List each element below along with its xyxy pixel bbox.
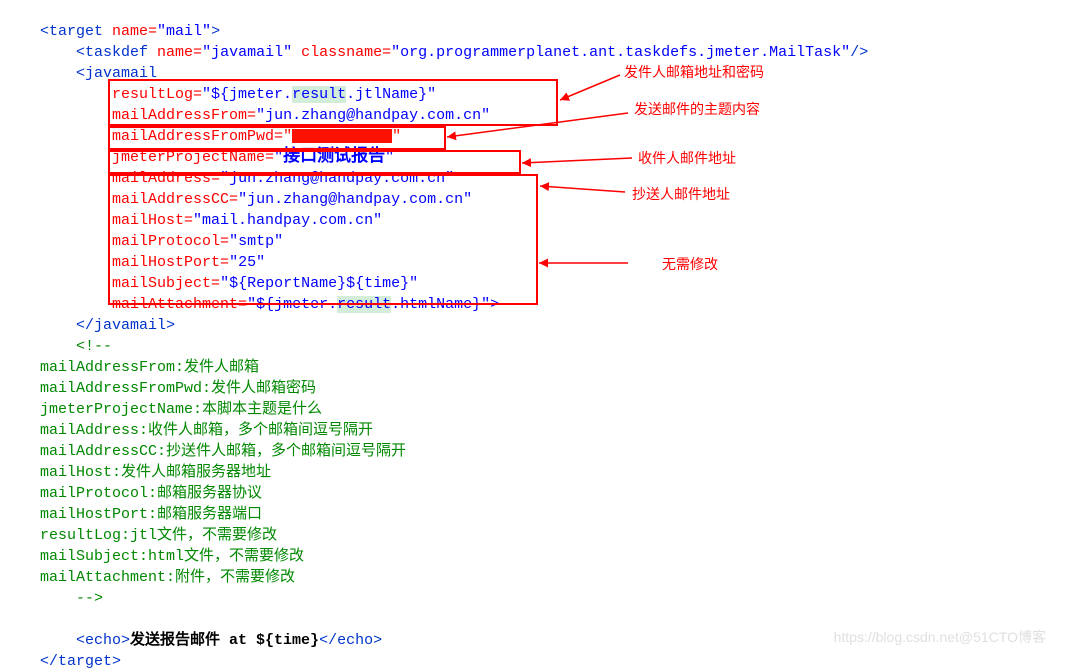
close: > [211,23,220,40]
eq: = [193,44,202,61]
cmt: mailAttachment:附件，不需要修改 [40,569,295,586]
taskdef-open: <taskdef [76,44,148,61]
annot-5: 无需修改 [662,254,718,274]
cmt: resultLog:jtl文件，不需要修改 [40,527,277,544]
eq: = [148,23,157,40]
cmt: jmeterProjectName:本脚本主题是什么 [40,401,322,418]
cmt: mailHostPort:邮箱服务器端口 [40,506,262,523]
close: /> [850,44,868,61]
cmt-open: <!-- [76,338,112,355]
cmt: mailAddress:收件人邮箱，多个邮箱间逗号隔开 [40,422,373,439]
cmt: mailHost:发件人邮箱服务器地址 [40,464,271,481]
box-project [108,126,446,150]
javamail-close: </javamail> [76,317,175,334]
val: "javamail" [202,44,292,61]
cmt: mailAddressFrom:发件人邮箱 [40,359,259,376]
echo-open: <echo> [76,632,130,649]
cmt: mailSubject:html文件，不需要修改 [40,548,304,565]
target-open: <target [40,23,103,40]
target-close: </target> [40,653,121,670]
echo-close: </echo> [319,632,382,649]
annot-2: 发送邮件的主题内容 [634,99,760,119]
cmt: mailAddressFromPwd:发件人邮箱密码 [40,380,316,397]
box-mailaddr [108,150,521,174]
box-mailfrom [108,79,558,126]
box-rest [108,174,538,305]
attr: name [103,23,148,40]
val: "mail" [157,23,211,40]
watermark: https://blog.csdn.net@51CTO博客 [834,627,1046,647]
cmt-close: --> [76,590,103,607]
attr: classname [292,44,382,61]
annot-1: 发件人邮箱地址和密码 [624,62,764,82]
cmt: mailProtocol:邮箱服务器协议 [40,485,262,502]
annot-4: 抄送人邮件地址 [632,184,730,204]
echo-text: 发送报告邮件 at ${time} [130,632,319,649]
cmt: mailAddressCC:抄送件人邮箱，多个邮箱间逗号隔开 [40,443,406,460]
attr: name [148,44,193,61]
eq: = [382,44,391,61]
annot-3: 收件人邮件地址 [638,148,736,168]
val: "org.programmerplanet.ant.taskdefs.jmete… [391,44,850,61]
